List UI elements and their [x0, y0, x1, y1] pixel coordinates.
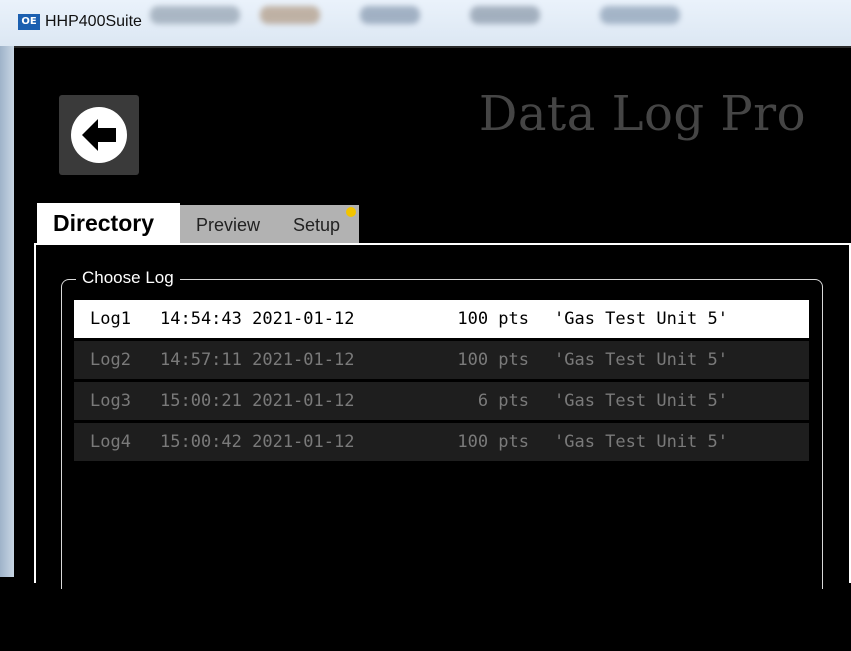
window-titlebar: OE HHP400Suite — [0, 0, 851, 46]
choose-log-group: Choose Log Log1 14:54:43 2021-01-12 100 … — [61, 268, 823, 589]
log-points: 100 pts — [457, 309, 529, 329]
log-name: Log1 — [90, 309, 131, 329]
log-description: 'Gas Test Unit 5' — [554, 432, 728, 452]
log-row[interactable]: Log1 14:54:43 2021-01-12 100 pts 'Gas Te… — [74, 300, 809, 338]
log-name: Log3 — [90, 391, 131, 411]
main-content: Data Log Pro Directory Preview Setup Cho… — [14, 46, 851, 589]
log-description: 'Gas Test Unit 5' — [554, 309, 728, 329]
desktop-blur — [600, 6, 680, 24]
desktop-blur — [260, 6, 320, 24]
log-points: 100 pts — [457, 432, 529, 452]
tab-preview[interactable]: Preview — [180, 205, 275, 244]
log-row[interactable]: Log3 15:00:21 2021-01-12 6 pts 'Gas Test… — [74, 382, 809, 420]
log-name: Log2 — [90, 350, 131, 370]
desktop-blur — [150, 6, 240, 24]
window-title: HHP400Suite — [45, 13, 142, 30]
log-row[interactable]: Log2 14:57:11 2021-01-12 100 pts 'Gas Te… — [74, 341, 809, 379]
log-name: Log4 — [90, 432, 131, 452]
tab-setup-label: Setup — [293, 215, 341, 235]
log-list: Log1 14:54:43 2021-01-12 100 pts 'Gas Te… — [74, 300, 809, 464]
directory-panel: Choose Log Log1 14:54:43 2021-01-12 100 … — [34, 243, 851, 589]
tab-setup[interactable]: Setup — [275, 205, 359, 244]
log-row[interactable]: Log4 15:00:42 2021-01-12 100 pts 'Gas Te… — [74, 423, 809, 461]
page-title: Data Log Pro — [478, 86, 806, 142]
app-logo-icon: OE — [18, 14, 40, 30]
log-points: 6 pts — [477, 391, 529, 411]
desktop-blur — [360, 6, 420, 24]
log-timestamp: 15:00:42 2021-01-12 — [160, 432, 355, 452]
group-title: Choose Log — [76, 268, 180, 288]
log-description: 'Gas Test Unit 5' — [554, 350, 728, 370]
desktop-blur — [470, 6, 540, 24]
back-button[interactable] — [59, 95, 139, 175]
log-timestamp: 15:00:21 2021-01-12 — [160, 391, 355, 411]
log-timestamp: 14:57:11 2021-01-12 — [160, 350, 355, 370]
log-timestamp: 14:54:43 2021-01-12 — [160, 309, 355, 329]
log-points: 100 pts — [457, 350, 529, 370]
tab-directory[interactable]: Directory — [37, 203, 180, 244]
window-frame — [0, 46, 14, 577]
back-arrow-icon — [71, 107, 127, 163]
notification-dot-icon — [346, 207, 356, 217]
log-description: 'Gas Test Unit 5' — [554, 391, 728, 411]
